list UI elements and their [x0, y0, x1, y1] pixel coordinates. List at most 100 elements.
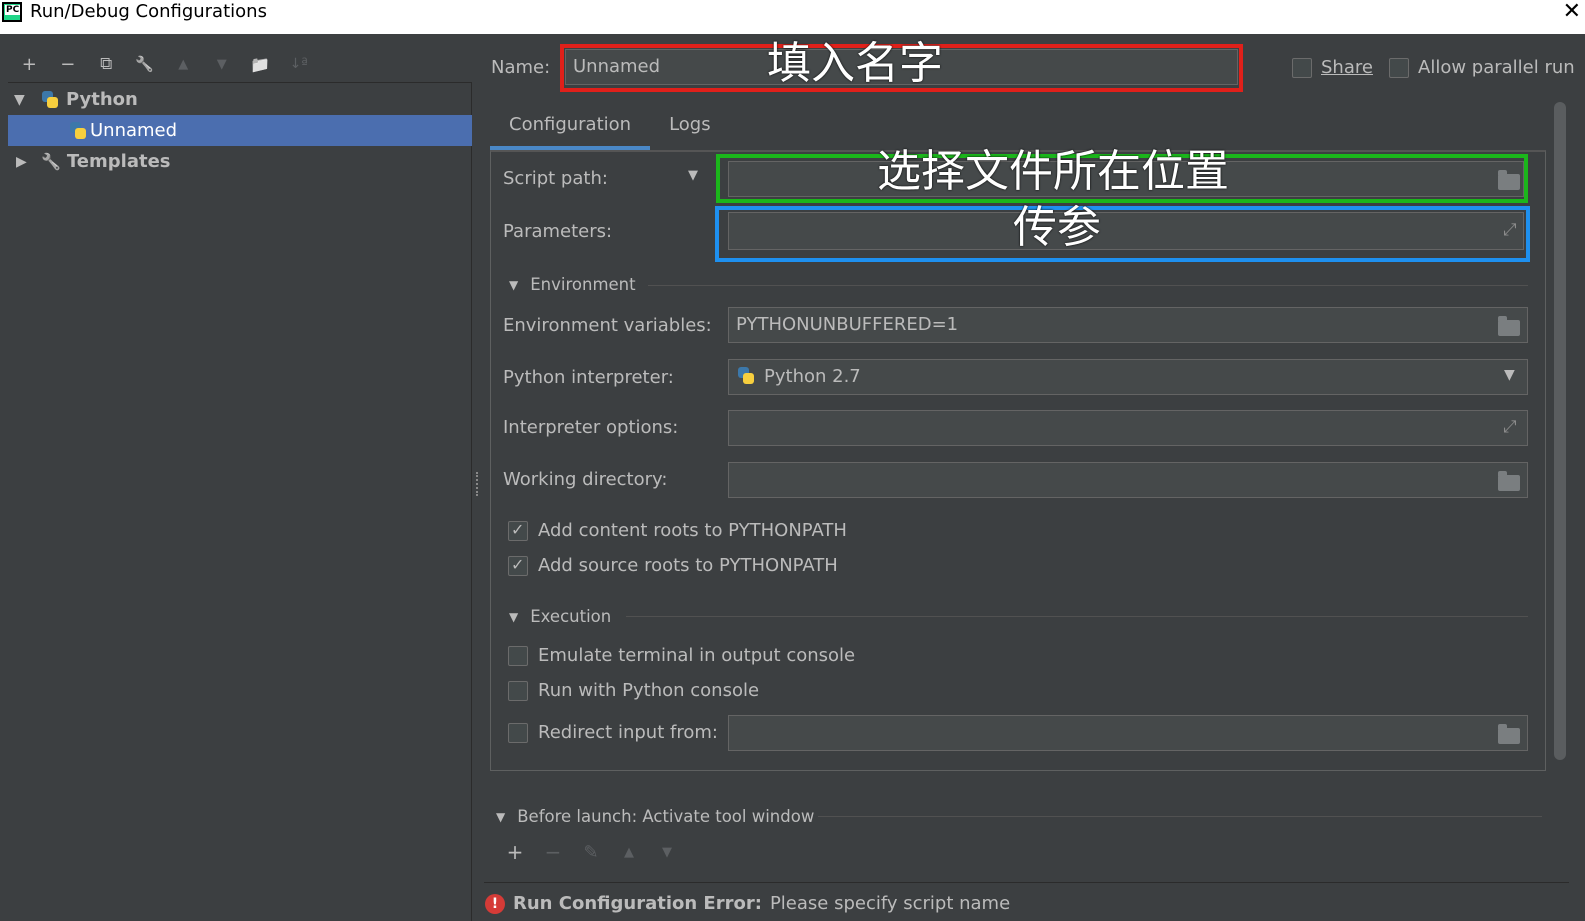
error-prefix: Run Configuration Error:	[513, 893, 762, 914]
wrench-icon: 🔧	[41, 152, 61, 171]
content-roots-checkbox[interactable]	[508, 520, 528, 541]
window-title: Run/Debug Configurations	[30, 1, 267, 22]
interpreter-value: Python 2.7	[764, 366, 861, 387]
copy-icon[interactable]: ⧉	[87, 50, 126, 78]
sort-icon[interactable]: ↓ª	[280, 50, 319, 78]
interpreter-label: Python interpreter:	[503, 367, 674, 388]
move-down-icon[interactable]: ▼	[648, 838, 686, 866]
source-roots-checkbox[interactable]	[508, 555, 528, 576]
tree-item-unnamed[interactable]: Unnamed	[8, 115, 472, 146]
left-panel: + − ⧉ 🔧 ▲ ▼ 📁 ↓ª ▼ Python Unnamed ▶ 🔧 Te…	[0, 34, 472, 921]
redirect-input-checkbox[interactable]	[508, 722, 528, 743]
section-title: Environment	[530, 275, 636, 294]
tab-bar: Configuration Logs	[490, 110, 730, 150]
collapse-arrow-icon: ▼	[509, 277, 519, 292]
collapse-arrow-icon: ▼	[509, 609, 519, 624]
error-text: Please specify script name	[769, 893, 1011, 914]
script-path-dropdown-icon[interactable]: ▼	[688, 168, 698, 183]
chevron-down-icon[interactable]: ▼	[1504, 367, 1515, 383]
remove-icon[interactable]: −	[49, 50, 88, 78]
interpreter-options-input[interactable]	[728, 410, 1528, 446]
name-label: Name:	[491, 57, 551, 78]
before-launch-toolbar: + − ✎ ▲ ▼	[496, 838, 686, 866]
parameters-label: Parameters:	[503, 221, 613, 242]
before-launch-section-toggle[interactable]: ▼ Before launch: Activate tool window	[496, 807, 814, 826]
config-toolbar: + − ⧉ 🔧 ▲ ▼ 📁 ↓ª	[10, 50, 318, 78]
script-path-label: Script path:	[503, 168, 608, 189]
share-option[interactable]: Share	[1292, 57, 1373, 78]
move-up-icon[interactable]: ▲	[610, 838, 648, 866]
redirect-input-field[interactable]	[728, 715, 1528, 751]
python-console-option[interactable]: Run with Python console	[508, 680, 759, 701]
tab-logs[interactable]: Logs	[650, 110, 730, 150]
working-dir-label: Working directory:	[503, 469, 668, 490]
env-vars-input[interactable]: PYTHONUNBUFFERED=1	[728, 307, 1528, 343]
tab-configuration[interactable]: Configuration	[490, 110, 651, 150]
source-roots-label: Add source roots to PYTHONPATH	[538, 555, 838, 576]
interpreter-select[interactable]: Python 2.7	[728, 359, 1528, 395]
content-roots-option[interactable]: Add content roots to PYTHONPATH	[508, 520, 847, 541]
move-up-icon[interactable]: ▲	[164, 50, 203, 78]
browse-folder-icon[interactable]	[1498, 724, 1520, 744]
parallel-run-option[interactable]: Allow parallel run	[1389, 57, 1575, 78]
emulate-terminal-checkbox[interactable]	[508, 645, 528, 666]
python-icon	[736, 366, 756, 386]
annotation-text-parameters: 传参	[1013, 202, 1101, 253]
parallel-run-checkbox[interactable]	[1389, 57, 1409, 78]
vertical-scrollbar[interactable]	[1554, 102, 1566, 760]
redirect-input-label: Redirect input from:	[538, 722, 718, 743]
collapse-arrow-icon[interactable]: ▶	[16, 154, 27, 170]
tree-item-label: Unnamed	[90, 120, 178, 141]
divider	[818, 816, 1542, 817]
redirect-input-option[interactable]: Redirect input from:	[508, 722, 718, 743]
error-message: ! Run Configuration Error: Please specif…	[485, 893, 1010, 914]
edit-icon[interactable]: ✎	[572, 838, 610, 866]
tree-item-templates[interactable]: ▶ 🔧 Templates	[8, 146, 472, 177]
execution-section-toggle[interactable]: ▼ Execution	[509, 607, 611, 626]
working-dir-input[interactable]	[728, 462, 1528, 498]
emulate-terminal-label: Emulate terminal in output console	[538, 645, 856, 666]
pycharm-logo-icon	[2, 2, 22, 22]
remove-icon[interactable]: −	[534, 838, 572, 866]
share-label: Share	[1321, 57, 1373, 78]
python-console-label: Run with Python console	[538, 680, 760, 701]
add-icon[interactable]: +	[10, 50, 49, 78]
annotation-box-parameters	[715, 206, 1530, 262]
tree-item-label: Python	[66, 89, 138, 110]
browse-folder-icon[interactable]	[1498, 316, 1520, 336]
move-down-icon[interactable]: ▼	[203, 50, 242, 78]
env-vars-label: Environment variables:	[503, 315, 712, 336]
section-title: Execution	[530, 607, 612, 626]
annotation-text-name: 填入名字	[767, 38, 943, 89]
python-run-config-icon	[68, 121, 88, 141]
wrench-icon[interactable]: 🔧	[126, 50, 165, 78]
tree-item-label: Templates	[66, 151, 171, 172]
expand-field-icon[interactable]: ⤢	[1503, 417, 1517, 437]
content-roots-label: Add content roots to PYTHONPATH	[538, 520, 847, 541]
panel-splitter[interactable]	[476, 472, 480, 496]
config-tree: ▼ Python Unnamed ▶ 🔧 Templates	[8, 84, 472, 177]
divider	[648, 285, 1528, 286]
title-bar: Run/Debug Configurations ✕	[0, 0, 1585, 34]
emulate-terminal-option[interactable]: Emulate terminal in output console	[508, 645, 855, 666]
browse-folder-icon[interactable]	[1498, 471, 1520, 491]
annotation-text-script-path: 选择文件所在位置	[877, 146, 1229, 197]
python-console-checkbox[interactable]	[508, 680, 528, 701]
folder-add-icon[interactable]: 📁	[241, 50, 280, 78]
environment-section-toggle[interactable]: ▼ Environment	[509, 275, 636, 294]
tree-item-python[interactable]: ▼ Python	[8, 84, 472, 115]
collapse-arrow-icon: ▼	[496, 809, 506, 824]
before-launch-label: Before launch: Activate tool window	[517, 807, 815, 826]
share-checkbox[interactable]	[1292, 57, 1312, 78]
error-icon: !	[485, 893, 505, 914]
divider	[484, 882, 1569, 883]
config-tree-panel	[8, 82, 472, 921]
expand-arrow-icon[interactable]: ▼	[14, 92, 25, 108]
interpreter-options-label: Interpreter options:	[503, 417, 679, 438]
add-icon[interactable]: +	[496, 838, 534, 866]
python-icon	[40, 90, 60, 110]
divider	[626, 616, 1528, 617]
parallel-run-label: Allow parallel run	[1418, 57, 1575, 78]
close-button[interactable]: ✕	[1563, 0, 1581, 24]
source-roots-option[interactable]: Add source roots to PYTHONPATH	[508, 555, 838, 576]
